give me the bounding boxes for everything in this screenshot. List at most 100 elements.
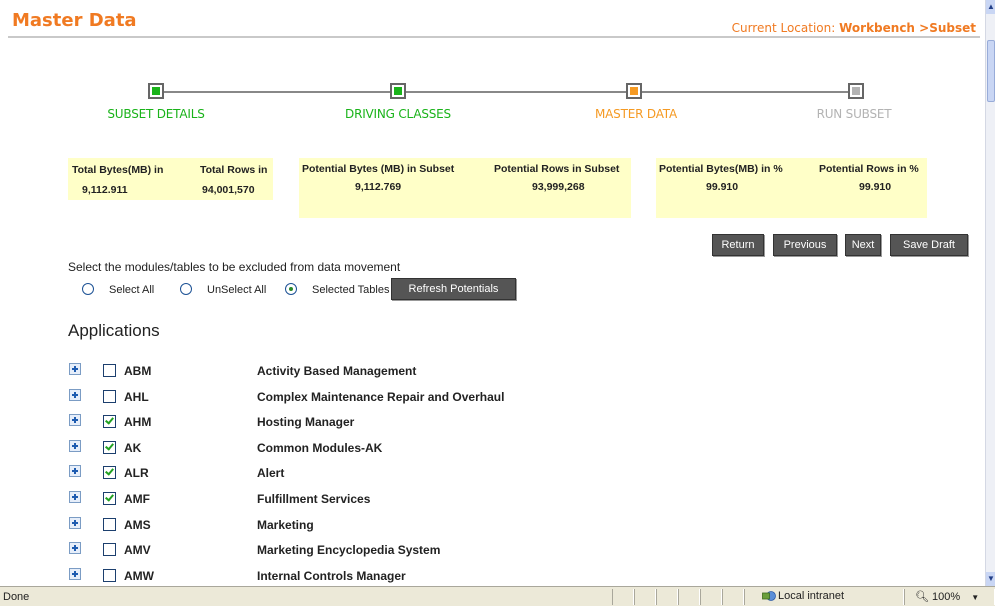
unselect-all-label[interactable]: UnSelect All <box>207 284 266 296</box>
status-pane <box>722 589 744 605</box>
module-checkbox[interactable] <box>103 543 116 557</box>
exclusion-instruction: Select the modules/tables to be excluded… <box>68 260 401 274</box>
expand-plus-icon[interactable] <box>69 567 81 580</box>
zoom-control[interactable]: 🔍︎ 100% ▼ <box>915 590 979 603</box>
zone-label: Local intranet <box>778 590 845 602</box>
expand-plus-icon[interactable] <box>69 516 81 529</box>
module-checkbox[interactable] <box>103 492 116 505</box>
module-code: ALR <box>124 466 149 481</box>
current-location: Current Location: Workbench >Subset <box>732 21 976 35</box>
unselect-all-radio[interactable] <box>180 283 192 295</box>
module-checkbox[interactable] <box>103 440 116 454</box>
status-text: Done <box>3 591 30 603</box>
step-marker-fill <box>394 87 402 95</box>
checkmark-icon <box>105 415 114 425</box>
checkmark-icon <box>105 466 114 477</box>
stat-value: 99.910 <box>859 181 892 193</box>
list-item: AMV Marketing Encyclopedia System <box>0 540 985 565</box>
applications-heading: Applications <box>68 321 160 340</box>
step-marker-fill <box>152 87 160 95</box>
module-code: ABM <box>124 364 152 378</box>
selected-tables-label[interactable]: Selected Tables <box>312 284 389 296</box>
chevron-down-icon[interactable]: ▼ <box>971 593 979 602</box>
status-pane <box>700 589 722 605</box>
module-code: AHL <box>124 389 149 404</box>
stat-potential-subset: Potential Bytes (MB) in Subset 9,112.769… <box>299 158 631 218</box>
wizard-connector <box>164 91 390 93</box>
stat-label: Total Rows in <box>200 164 268 176</box>
step-label-subset-details: SUBSET DETAILS <box>107 107 205 121</box>
previous-button[interactable]: Previous <box>773 234 837 256</box>
module-name: Hosting Manager <box>257 415 355 430</box>
module-checkbox[interactable] <box>103 466 116 480</box>
step-label-run-subset: RUN SUBSET <box>816 107 892 121</box>
wizard-connector <box>406 91 626 93</box>
status-pane <box>612 589 634 605</box>
checkmark-icon <box>105 441 114 451</box>
list-item: ABM Activity Based Management <box>0 361 985 386</box>
list-item: AMS Marketing <box>0 515 985 540</box>
expand-plus-icon[interactable] <box>69 363 81 375</box>
step-label-driving-classes: DRIVING CLASSES <box>345 107 451 121</box>
module-name: Complex Maintenance Repair and Overhaul <box>257 389 505 404</box>
module-checkbox[interactable] <box>103 364 116 377</box>
selected-tables-radio[interactable] <box>285 283 297 295</box>
page-header: Master Data Current Location: Workbench … <box>8 6 980 38</box>
module-name: Marketing <box>257 517 314 532</box>
stat-label: Potential Rows in % <box>819 163 919 175</box>
module-name: Common Modules-AK <box>257 440 383 455</box>
module-code: AK <box>124 440 142 455</box>
list-item: AHL Complex Maintenance Repair and Overha… <box>0 387 985 412</box>
security-zone: Local intranet <box>762 590 844 602</box>
module-code: AMW <box>124 568 154 583</box>
zoom-level: 100% <box>932 591 961 603</box>
vertical-scrollbar[interactable]: ▲ ▼ <box>985 0 995 586</box>
radio-selected-dot <box>289 287 293 291</box>
expand-plus-icon[interactable] <box>69 439 81 452</box>
step-marker-driving-classes <box>390 83 406 99</box>
expand-plus-icon[interactable] <box>69 414 81 427</box>
return-button[interactable]: Return <box>712 234 764 256</box>
stat-potential-percent: Potential Bytes(MB) in % 99.910 Potentia… <box>656 158 927 218</box>
next-button[interactable]: Next <box>845 234 881 256</box>
module-code: AMV <box>124 543 151 558</box>
module-name: Fulfillment Services <box>257 492 371 506</box>
scroll-thumb[interactable] <box>987 40 995 102</box>
module-name: Activity Based Management <box>257 364 417 378</box>
select-all-label[interactable]: Select All <box>109 284 154 296</box>
stat-value: 9,112.911 <box>82 184 128 196</box>
browser-statusbar: Done Local intranet 🔍︎ 100% ▼ <box>0 586 995 606</box>
wizard-connector <box>642 91 848 93</box>
expand-plus-icon[interactable] <box>69 542 81 555</box>
module-checkbox[interactable] <box>103 517 116 531</box>
location-path: Workbench >Subset <box>839 21 976 35</box>
status-pane <box>678 589 700 605</box>
checkmark-icon <box>105 492 114 502</box>
stat-value: 99.910 <box>706 181 739 193</box>
step-marker-master-data <box>626 83 642 99</box>
scroll-up-arrow-icon[interactable]: ▲ <box>986 0 995 14</box>
scroll-down-arrow-icon[interactable]: ▼ <box>986 572 995 586</box>
module-code: AMS <box>124 517 151 532</box>
stat-value: 94,001,570 <box>202 184 255 196</box>
expand-plus-icon[interactable] <box>69 388 81 401</box>
status-pane <box>656 589 678 605</box>
location-prefix: Current Location: <box>731 21 840 35</box>
intranet-globe-icon <box>762 591 776 601</box>
save-draft-button[interactable]: Save Draft <box>890 234 968 256</box>
refresh-potentials-button[interactable]: Refresh Potentials <box>391 278 516 300</box>
stat-total-rows: Total Rows in 94,001,570 <box>192 158 273 200</box>
module-checkbox[interactable] <box>103 568 116 582</box>
step-marker-subset-details <box>148 83 164 99</box>
step-label-master-data: MASTER DATA <box>595 107 677 121</box>
zoom-icon: 🔍︎ <box>915 591 929 603</box>
select-all-radio[interactable] <box>82 283 94 295</box>
module-checkbox[interactable] <box>103 415 116 429</box>
page-title: Master Data <box>12 10 137 31</box>
stat-label: Potential Rows in Subset <box>494 163 620 175</box>
module-name: Internal Controls Manager <box>257 568 406 583</box>
module-code: AMF <box>124 492 150 506</box>
module-checkbox[interactable] <box>103 389 116 403</box>
expand-plus-icon[interactable] <box>69 491 81 503</box>
expand-plus-icon[interactable] <box>69 465 81 478</box>
